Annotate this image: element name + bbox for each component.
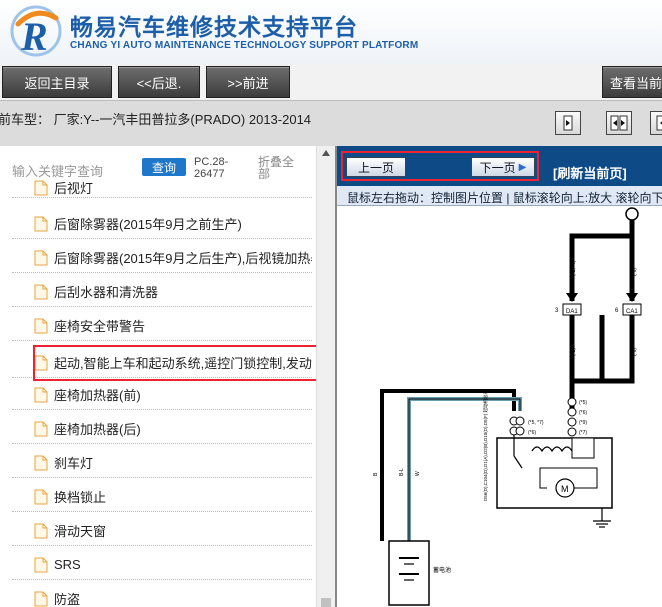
- wire-label: B-L: [399, 468, 405, 476]
- tree-item[interactable]: 刹车灯: [12, 448, 312, 478]
- diagram-arrow: [626, 293, 638, 302]
- diagram-terminal: [515, 416, 525, 426]
- document-icon: [34, 523, 48, 538]
- document-icon: [34, 557, 48, 572]
- document-icon: [34, 591, 48, 606]
- viewer-hint: 鼠标左右拖动：控制图片位置 | 鼠标滚轮向上:放大 滚轮向下: [337, 186, 662, 206]
- tree-item-label: 防盗: [54, 592, 81, 607]
- connector-label: (*5, *7): [528, 420, 544, 426]
- vehicle-model-bar: 前车型： 厂家:Y--一汽丰田普拉多(PRADO) 2013-2014: [0, 100, 662, 146]
- diagram-wire: [602, 315, 635, 384]
- site-title: 畅易汽车维修技术支持平台: [70, 15, 358, 41]
- component-notes: D56(D),C104(D),D1(A),D2(B),D10(D),D5(F) …: [482, 389, 489, 501]
- site-subtitle: CHANG YI AUTO MAINTENANCE TECHNOLOGY SUP…: [70, 40, 419, 51]
- document-icon: [34, 284, 48, 299]
- connector-label: (*6): [632, 268, 638, 276]
- diagram-wire: [569, 233, 635, 301]
- tree-item-label: SRS: [54, 557, 81, 572]
- back-button[interactable]: <<后退.: [118, 66, 200, 98]
- connector-label: (*6): [528, 430, 536, 436]
- viewer-toolbar: 上一页 下一页 ▶ [刷新当前页]: [337, 146, 662, 186]
- tree-item[interactable]: SRS: [12, 550, 312, 580]
- svg-text:R: R: [20, 14, 48, 58]
- tree-item[interactable]: 换档锁止: [12, 482, 312, 512]
- document-icon: [34, 180, 48, 195]
- refresh-page-link[interactable]: [刷新当前页]: [553, 163, 627, 182]
- document-icon: [34, 216, 48, 231]
- site-header: R 畅易汽车维修技术支持平台 CHANG YI AUTO MAINTENANCE…: [0, 0, 662, 64]
- relay-label: CA1: [626, 309, 638, 315]
- diagram-viewer: 上一页 下一页 ▶ [刷新当前页] 鼠标左右拖动：控制图片位置 | 鼠标滚轮向上…: [337, 146, 662, 607]
- tree-item-label: 后刮水器和清洗器: [54, 285, 159, 300]
- diagram-terminal: [515, 426, 525, 436]
- single-page-view-button[interactable]: [555, 111, 581, 135]
- wiring-diagram[interactable]: DA1 CA1 3 6 (*5, *7) (*6) (*5) (*6) (*5)…: [337, 206, 662, 607]
- tree-item[interactable]: 防盗: [12, 584, 312, 607]
- app-window: R 畅易汽车维修技术支持平台 CHANG YI AUTO MAINTENANCE…: [0, 0, 662, 607]
- connector-label: (*6): [579, 410, 587, 416]
- selection-highlight: [33, 345, 319, 381]
- main-toolbar: 返回主目录 <<后退. >>前进 查看当前: [0, 64, 662, 100]
- document-icon: [34, 455, 48, 470]
- tree-item[interactable]: 后窗除雾器(2015年9月之后生产),后视镜加热器: [12, 243, 312, 273]
- tree-item-label: 座椅安全带警告: [54, 319, 146, 334]
- tree-item[interactable]: 后视灯: [12, 178, 312, 198]
- connector-label: (*9): [579, 420, 587, 426]
- two-page-icon: [610, 115, 628, 131]
- wire-label: W: [415, 471, 421, 476]
- connector-label: (*6): [632, 348, 638, 356]
- connector-label: (*7): [579, 430, 587, 436]
- motor-label: M: [561, 484, 569, 494]
- battery-label: 蓄电池: [433, 566, 451, 574]
- relay-label: DA1: [566, 309, 578, 315]
- tree-item-label: 后窗除雾器(2015年9月之后生产),后视镜加热器: [54, 251, 312, 266]
- page-nav-highlight: [341, 151, 539, 181]
- view-current-button[interactable]: 查看当前: [602, 66, 662, 98]
- tree-item[interactable]: 后刮水器和清洗器: [12, 277, 312, 307]
- sidebar-scrollbar[interactable]: [316, 146, 335, 607]
- more-pages-icon: [656, 115, 662, 131]
- tree-item-label: 后窗除雾器(2015年9月之前生产): [54, 217, 242, 232]
- tree-item[interactable]: 座椅加热器(后): [12, 414, 312, 444]
- wire-label: B: [373, 472, 379, 476]
- more-pages-view-button[interactable]: [650, 111, 662, 135]
- catalog-sidebar: 输入关键字查询 查询 PC.28-26477 折叠全部 后视灯 后窗除雾器(20…: [0, 146, 337, 607]
- connector-label: (*5): [571, 348, 577, 356]
- document-icon: [34, 489, 48, 504]
- single-page-icon: [563, 115, 573, 131]
- document-icon: [34, 250, 48, 265]
- pin-number: 3: [555, 308, 559, 314]
- document-icon: [34, 318, 48, 333]
- solenoid-box: [571, 437, 595, 459]
- tree-item-label: 滑动天窗: [54, 524, 107, 539]
- tree-item-label: 后视灯: [54, 181, 94, 196]
- tree-item[interactable]: 座椅加热器(前): [12, 380, 312, 410]
- home-button[interactable]: 返回主目录: [2, 66, 112, 98]
- connector-label: (*5, *7): [571, 260, 577, 276]
- forward-button[interactable]: >>前进: [206, 66, 290, 98]
- pin-number: 6: [615, 308, 619, 314]
- scrollbar-thumb[interactable]: [321, 598, 331, 607]
- diagram-terminal: [625, 207, 639, 221]
- tree-item[interactable]: 座椅安全带警告: [12, 311, 312, 341]
- two-page-view-button[interactable]: [606, 111, 632, 135]
- catalog-tree: 后视灯 后窗除雾器(2015年9月之前生产) 后窗除雾器(2015年9月之后生产…: [0, 146, 319, 607]
- connector-label: (*5): [579, 400, 587, 406]
- tree-item[interactable]: 滑动天窗: [12, 516, 312, 546]
- tree-item-label: 换档锁止: [54, 490, 107, 505]
- document-icon: [34, 421, 48, 436]
- logo-icon: R: [10, 5, 62, 58]
- tree-item-label: 座椅加热器(前): [54, 388, 141, 403]
- diagram-arrow: [566, 293, 578, 302]
- tree-item-label: 座椅加热器(后): [54, 422, 141, 437]
- vehicle-model-text: 前车型： 厂家:Y--一汽丰田普拉多(PRADO) 2013-2014: [0, 112, 312, 127]
- scroll-up-icon[interactable]: [322, 150, 330, 156]
- document-icon: [34, 387, 48, 402]
- tree-item[interactable]: 后窗除雾器(2015年9月之前生产): [12, 209, 312, 239]
- tree-item-label: 刹车灯: [54, 456, 94, 471]
- starter-connector-stack: (*5) (*6) (*9) (*7): [567, 397, 587, 437]
- diagram-wire: [380, 389, 516, 541]
